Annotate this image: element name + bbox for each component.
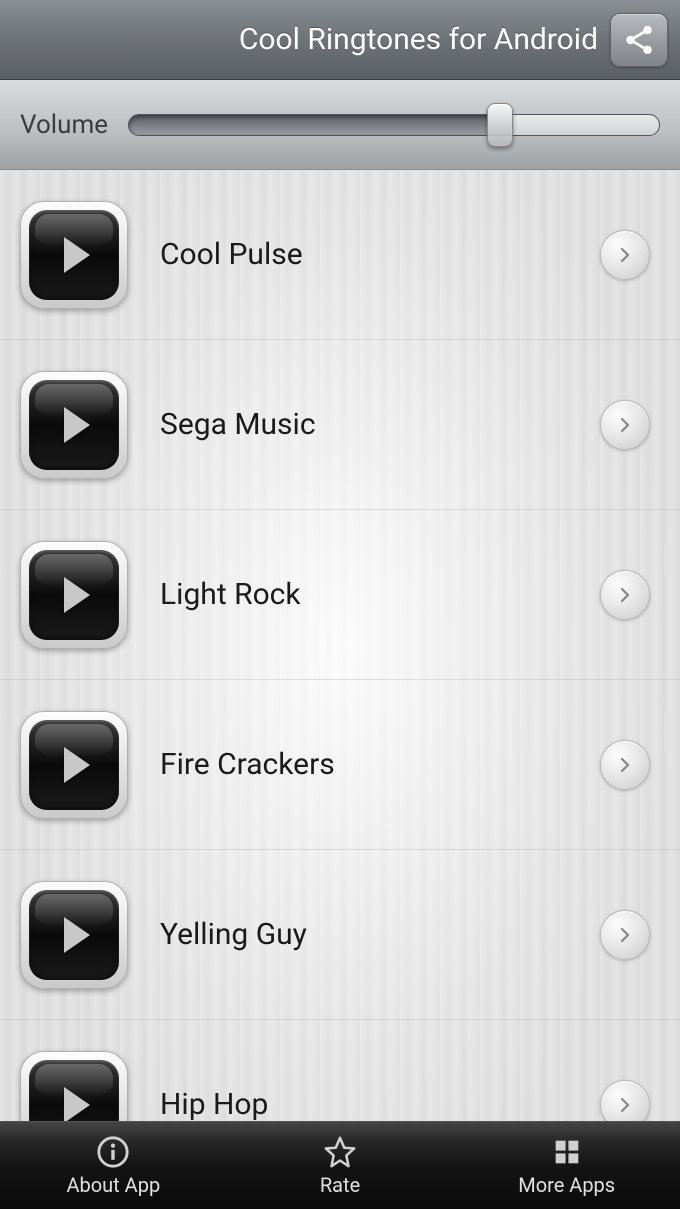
play-icon <box>29 720 119 810</box>
grid-icon <box>550 1135 584 1169</box>
play-button[interactable] <box>20 1051 128 1122</box>
chevron-right-icon <box>616 246 634 264</box>
detail-button[interactable] <box>600 910 650 960</box>
play-button[interactable] <box>20 201 128 309</box>
chevron-right-icon <box>616 416 634 434</box>
nav-rate[interactable]: Rate <box>227 1135 454 1197</box>
header-bar: Cool Ringtones for Android <box>0 0 680 80</box>
play-button[interactable] <box>20 711 128 819</box>
list-item: Light Rock <box>0 510 680 680</box>
detail-button[interactable] <box>600 570 650 620</box>
play-icon <box>29 550 119 640</box>
volume-label: Volume <box>20 110 108 140</box>
chevron-right-icon <box>616 926 634 944</box>
info-icon <box>96 1135 130 1169</box>
ringtone-label: Fire Crackers <box>160 747 568 782</box>
share-icon <box>622 23 656 57</box>
volume-slider[interactable] <box>128 111 660 139</box>
slider-thumb[interactable] <box>487 103 513 147</box>
ringtone-label: Sega Music <box>160 407 568 442</box>
ringtone-label: Hip Hop <box>160 1087 568 1121</box>
play-button[interactable] <box>20 541 128 649</box>
play-icon <box>29 380 119 470</box>
slider-unfilled <box>511 115 659 135</box>
slider-track <box>128 114 660 136</box>
chevron-right-icon <box>616 586 634 604</box>
ringtone-label: Cool Pulse <box>160 237 568 272</box>
play-icon <box>29 890 119 980</box>
play-button[interactable] <box>20 881 128 989</box>
detail-button[interactable] <box>600 740 650 790</box>
nav-more-apps[interactable]: More Apps <box>453 1135 680 1197</box>
app-title: Cool Ringtones for Android <box>239 22 598 57</box>
nav-label: About App <box>66 1173 160 1197</box>
list-item: Hip Hop <box>0 1020 680 1121</box>
ringtone-label: Light Rock <box>160 577 568 612</box>
ringtone-list: Cool Pulse Sega Music Light Rock Fire Cr… <box>0 170 680 1121</box>
list-item: Cool Pulse <box>0 170 680 340</box>
play-icon <box>29 210 119 300</box>
detail-button[interactable] <box>600 1080 650 1122</box>
detail-button[interactable] <box>600 230 650 280</box>
nav-about-app[interactable]: About App <box>0 1135 227 1197</box>
chevron-right-icon <box>616 756 634 774</box>
star-icon <box>323 1135 357 1169</box>
bottom-nav: About App Rate More Apps <box>0 1121 680 1209</box>
ringtone-label: Yelling Guy <box>160 917 568 952</box>
list-item: Fire Crackers <box>0 680 680 850</box>
nav-label: More Apps <box>518 1173 615 1197</box>
chevron-right-icon <box>616 1096 634 1114</box>
volume-panel: Volume <box>0 80 680 170</box>
detail-button[interactable] <box>600 400 650 450</box>
play-button[interactable] <box>20 371 128 479</box>
play-icon <box>29 1060 119 1122</box>
share-button[interactable] <box>610 13 668 67</box>
nav-label: Rate <box>320 1173 360 1197</box>
list-item: Yelling Guy <box>0 850 680 1020</box>
list-item: Sega Music <box>0 340 680 510</box>
